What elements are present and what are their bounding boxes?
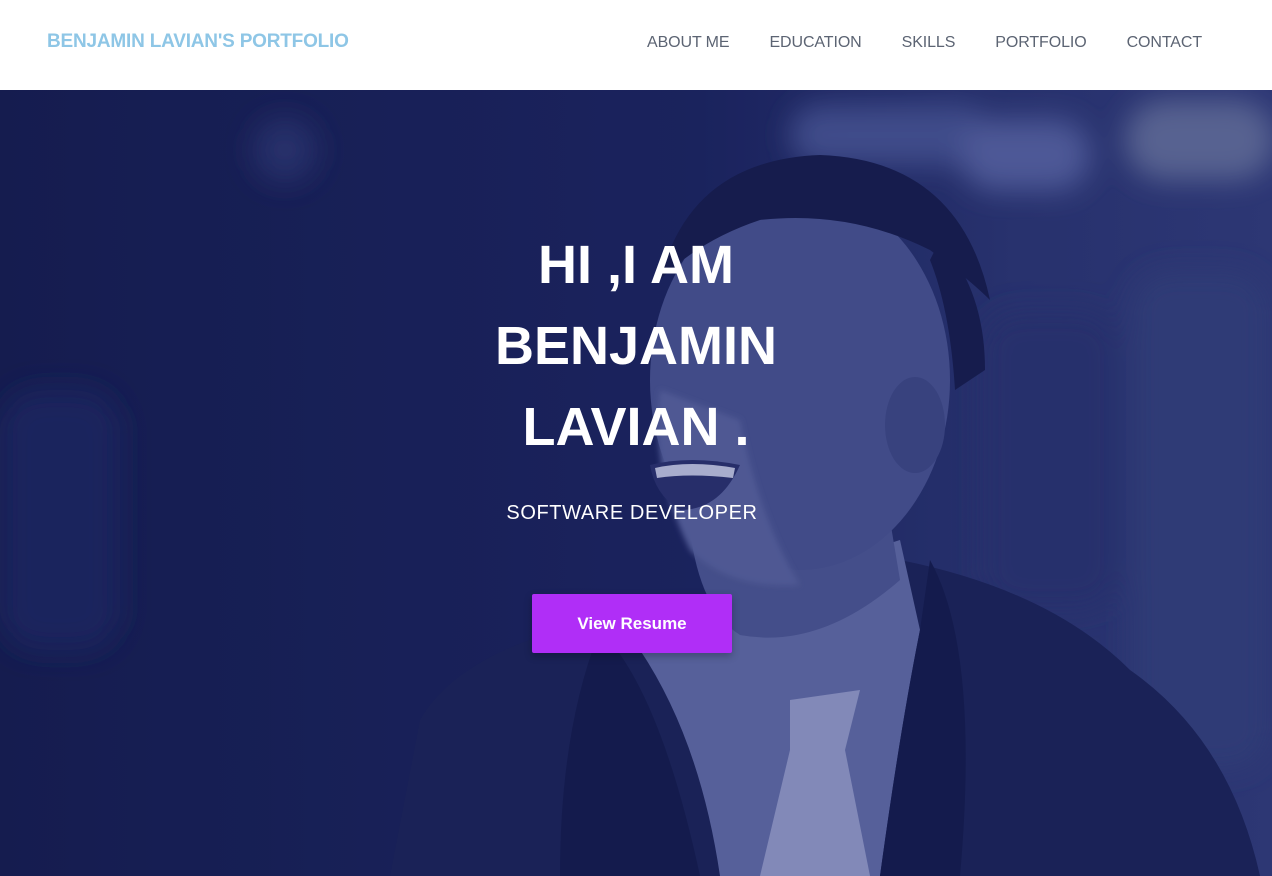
hero-subtitle: SOFTWARE DEVELOPER [506,502,758,524]
nav-link-about-me[interactable]: ABOUT ME [647,34,730,51]
hero-title: HI ,I AM BENJAMIN LAVIAN . [494,235,778,457]
navbar: BENJAMIN LAVIAN'S PORTFOLIO ABOUT ME EDU… [0,0,1272,90]
nav-item-portfolio: PORTFOLIO [995,34,1086,52]
brand-logo-link[interactable]: BENJAMIN LAVIAN'S PORTFOLIO [47,31,349,53]
nav-link-skills[interactable]: SKILLS [902,34,956,51]
nav-link-contact[interactable]: CONTACT [1127,34,1203,51]
hero-color-overlay [0,90,1272,876]
nav-item-contact: CONTACT [1127,34,1203,52]
nav-link-education[interactable]: EDUCATION [769,34,861,51]
nav-item-about: ABOUT ME [647,34,730,52]
view-resume-button[interactable]: View Resume [532,594,732,653]
nav-link-portfolio[interactable]: PORTFOLIO [995,34,1086,51]
hero-section: HI ,I AM BENJAMIN LAVIAN . SOFTWARE DEVE… [0,90,1272,876]
nav-item-education: EDUCATION [769,34,861,52]
nav-item-skills: SKILLS [902,34,956,52]
nav-links: ABOUT ME EDUCATION SKILLS PORTFOLIO CONT… [647,34,1202,52]
